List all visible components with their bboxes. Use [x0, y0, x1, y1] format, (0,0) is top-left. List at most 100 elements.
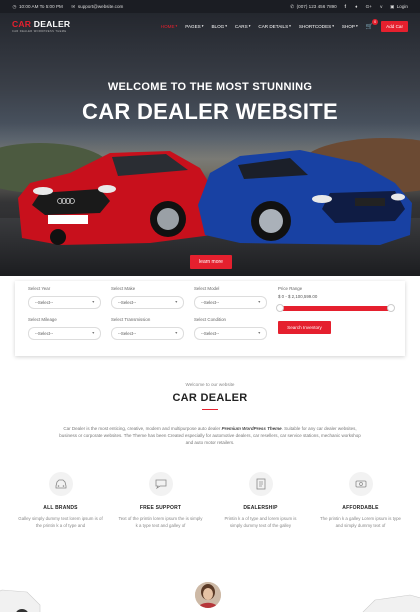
- intro-text-emphasis: Premium WordPress Theme: [221, 426, 282, 431]
- year-label: Select Year: [28, 286, 51, 291]
- price-range-value: $ 0 - $ 2,100,599.00: [278, 294, 318, 299]
- inventory-search-panel: Select Year --Select-- ▼ Select Make --Se…: [15, 281, 405, 356]
- twitter-icon[interactable]: ♦: [354, 4, 359, 9]
- mileage-select-value: --Select--: [35, 331, 54, 336]
- nav-item-blog-label: BLOG: [211, 23, 225, 29]
- feature-text: Printin k a of type and lorem ipsum is s…: [224, 516, 297, 528]
- feature-dealership: DEALERSHIP Printin k a of type and lorem…: [218, 472, 303, 529]
- feature-title: AFFORDABLE: [342, 505, 379, 511]
- model-select[interactable]: --Select-- ▼: [194, 296, 267, 309]
- red-car-image: [18, 151, 215, 245]
- welcome-text: Welcome to our website: [185, 382, 235, 387]
- hours: ◷ 10:00 AM To 5:00 PM: [12, 4, 63, 9]
- year-select[interactable]: --Select-- ▼: [28, 296, 101, 309]
- condition-select-value: --Select--: [201, 331, 220, 336]
- model-select-value: --Select--: [201, 300, 220, 305]
- hero-banner: [0, 13, 420, 276]
- hero-subtitle: WELCOME TO THE MOST STUNNING: [107, 81, 313, 93]
- cart-button[interactable]: 🛒 0: [365, 18, 379, 30]
- learn-more-button[interactable]: learn more: [190, 255, 232, 269]
- nav-item-car-details[interactable]: CAR DETAILS ▾: [258, 24, 290, 29]
- chevron-down-icon: ▾: [201, 24, 204, 28]
- nav-item-shop-label: SHOP: [341, 23, 355, 29]
- white-car-image-left: [0, 589, 41, 612]
- condition-select[interactable]: --Select-- ▼: [194, 327, 267, 340]
- login-text: Login: [396, 4, 408, 9]
- section-title: CAR DEALER: [172, 392, 248, 404]
- chevron-down-icon: ▼: [257, 300, 261, 304]
- chevron-down-icon: ▼: [174, 300, 178, 304]
- nav-item-home-label: HOME: [160, 23, 175, 29]
- price-range-label: Price Range: [278, 286, 303, 291]
- nav-item-blog[interactable]: BLOG ▾: [211, 24, 226, 29]
- transmission-select-value: --Select--: [118, 331, 137, 336]
- add-car-button[interactable]: Add Car: [381, 20, 408, 32]
- price-min-handle[interactable]: [276, 304, 284, 312]
- dollar-icon: [348, 472, 373, 496]
- nav-item-pages[interactable]: PAGES ▾: [185, 24, 203, 29]
- nav-item-car-details-label: CAR DETAILS: [258, 23, 289, 29]
- hero-cars-illustration: [18, 150, 412, 245]
- facebook-icon[interactable]: f: [343, 4, 348, 9]
- feature-title: FREE SUPPORT: [139, 505, 182, 511]
- logo-dealer-word: DEALER: [31, 19, 71, 29]
- nav-item-pages-label: PAGES: [185, 23, 201, 29]
- intro-text-a: Car Dealer is the most enticing, creativ…: [63, 426, 222, 431]
- chevron-down-icon: ▾: [289, 24, 291, 28]
- googleplus-icon[interactable]: G+: [365, 4, 373, 9]
- make-select[interactable]: --Select-- ▼: [111, 296, 184, 309]
- nav-item-home[interactable]: HOME ▾: [161, 24, 177, 29]
- price-max-handle[interactable]: [387, 304, 395, 312]
- make-label: Select Make: [111, 286, 136, 291]
- year-select-value: --Select--: [35, 300, 54, 305]
- logo[interactable]: CAR DEALER CAR DEALER WORDPRESS THEME: [12, 19, 70, 33]
- nav-item-cars-label: CARS: [234, 23, 248, 29]
- car-icon: [48, 472, 73, 496]
- nav-menu: HOME ▾ PAGES ▾ BLOG ▾ CARS ▾ CAR DETAILS ▾ SH…: [161, 18, 408, 32]
- cart-icon: 🛒: [365, 23, 374, 30]
- chevron-down-icon: ▼: [91, 331, 95, 335]
- vimeo-icon[interactable]: v: [379, 4, 384, 9]
- lock-icon: ▣: [390, 4, 395, 9]
- avatar: [195, 582, 221, 608]
- hero-title: CAR DEALER WEBSITE: [82, 99, 338, 124]
- phone-icon: ✆: [290, 4, 295, 9]
- chevron-down-icon: ▼: [91, 300, 95, 304]
- logo-car-word: CAR: [12, 19, 32, 29]
- chat-icon: [148, 472, 173, 496]
- login-link[interactable]: ▣ Login: [390, 4, 408, 9]
- page: ◷ 10:00 AM To 5:00 PM ✉ support@website.…: [0, 0, 420, 612]
- hours-text: 10:00 AM To 5:00 PM: [19, 4, 63, 9]
- feature-text: Text of the printin lorem ipsum the is s…: [118, 516, 203, 528]
- main-navbar: CAR DEALER CAR DEALER WORDPRESS THEME HO…: [0, 13, 420, 39]
- chevron-down-icon: ▾: [225, 24, 227, 28]
- feature-affordable: AFFORDABLE The printin k a galley Lorem …: [318, 472, 403, 529]
- feature-free-support: FREE SUPPORT Text of the printin lorem i…: [118, 472, 203, 529]
- transmission-label: Select Transmission: [111, 317, 151, 322]
- chevron-down-icon: ▾: [355, 24, 358, 28]
- title-divider: [202, 409, 218, 410]
- feature-text: The printin k a galley Lorem ipsum is ty…: [319, 516, 402, 528]
- feature-text: Galley simply dummy text lorem ipsum is …: [18, 516, 103, 528]
- nav-item-cars[interactable]: CARS ▾: [235, 24, 250, 29]
- mileage-label: Select Mileage: [28, 317, 57, 322]
- email-text: support@website.com: [77, 4, 124, 9]
- mileage-select[interactable]: --Select-- ▼: [28, 327, 101, 340]
- intro-paragraph: Car Dealer is the most enticing, creativ…: [55, 425, 365, 446]
- feature-all-brands: ALL BRANDS Galley simply dummy text lore…: [18, 472, 103, 529]
- transmission-select[interactable]: --Select-- ▼: [111, 327, 184, 340]
- price-range-slider[interactable]: [276, 304, 395, 312]
- phone-text: (007) 123 456 7890: [296, 4, 337, 9]
- nav-item-shortcodes-label: SHORTCODES: [298, 23, 332, 29]
- chevron-down-icon: ▾: [248, 24, 251, 28]
- nav-item-shop[interactable]: SHOP ▾: [342, 24, 358, 29]
- model-label: Select Model: [194, 286, 220, 291]
- nav-item-shortcodes[interactable]: SHORTCODES ▾: [299, 24, 334, 29]
- phone-link[interactable]: ✆ (007) 123 456 7890: [290, 4, 337, 9]
- top-bar: ◷ 10:00 AM To 5:00 PM ✉ support@website.…: [0, 0, 420, 13]
- feature-title: ALL BRANDS: [43, 505, 78, 511]
- make-select-value: --Select--: [118, 300, 137, 305]
- search-inventory-button[interactable]: Search Inventory: [278, 321, 331, 334]
- condition-label: Select Condition: [194, 317, 226, 322]
- email-link[interactable]: ✉ support@website.com: [71, 4, 124, 9]
